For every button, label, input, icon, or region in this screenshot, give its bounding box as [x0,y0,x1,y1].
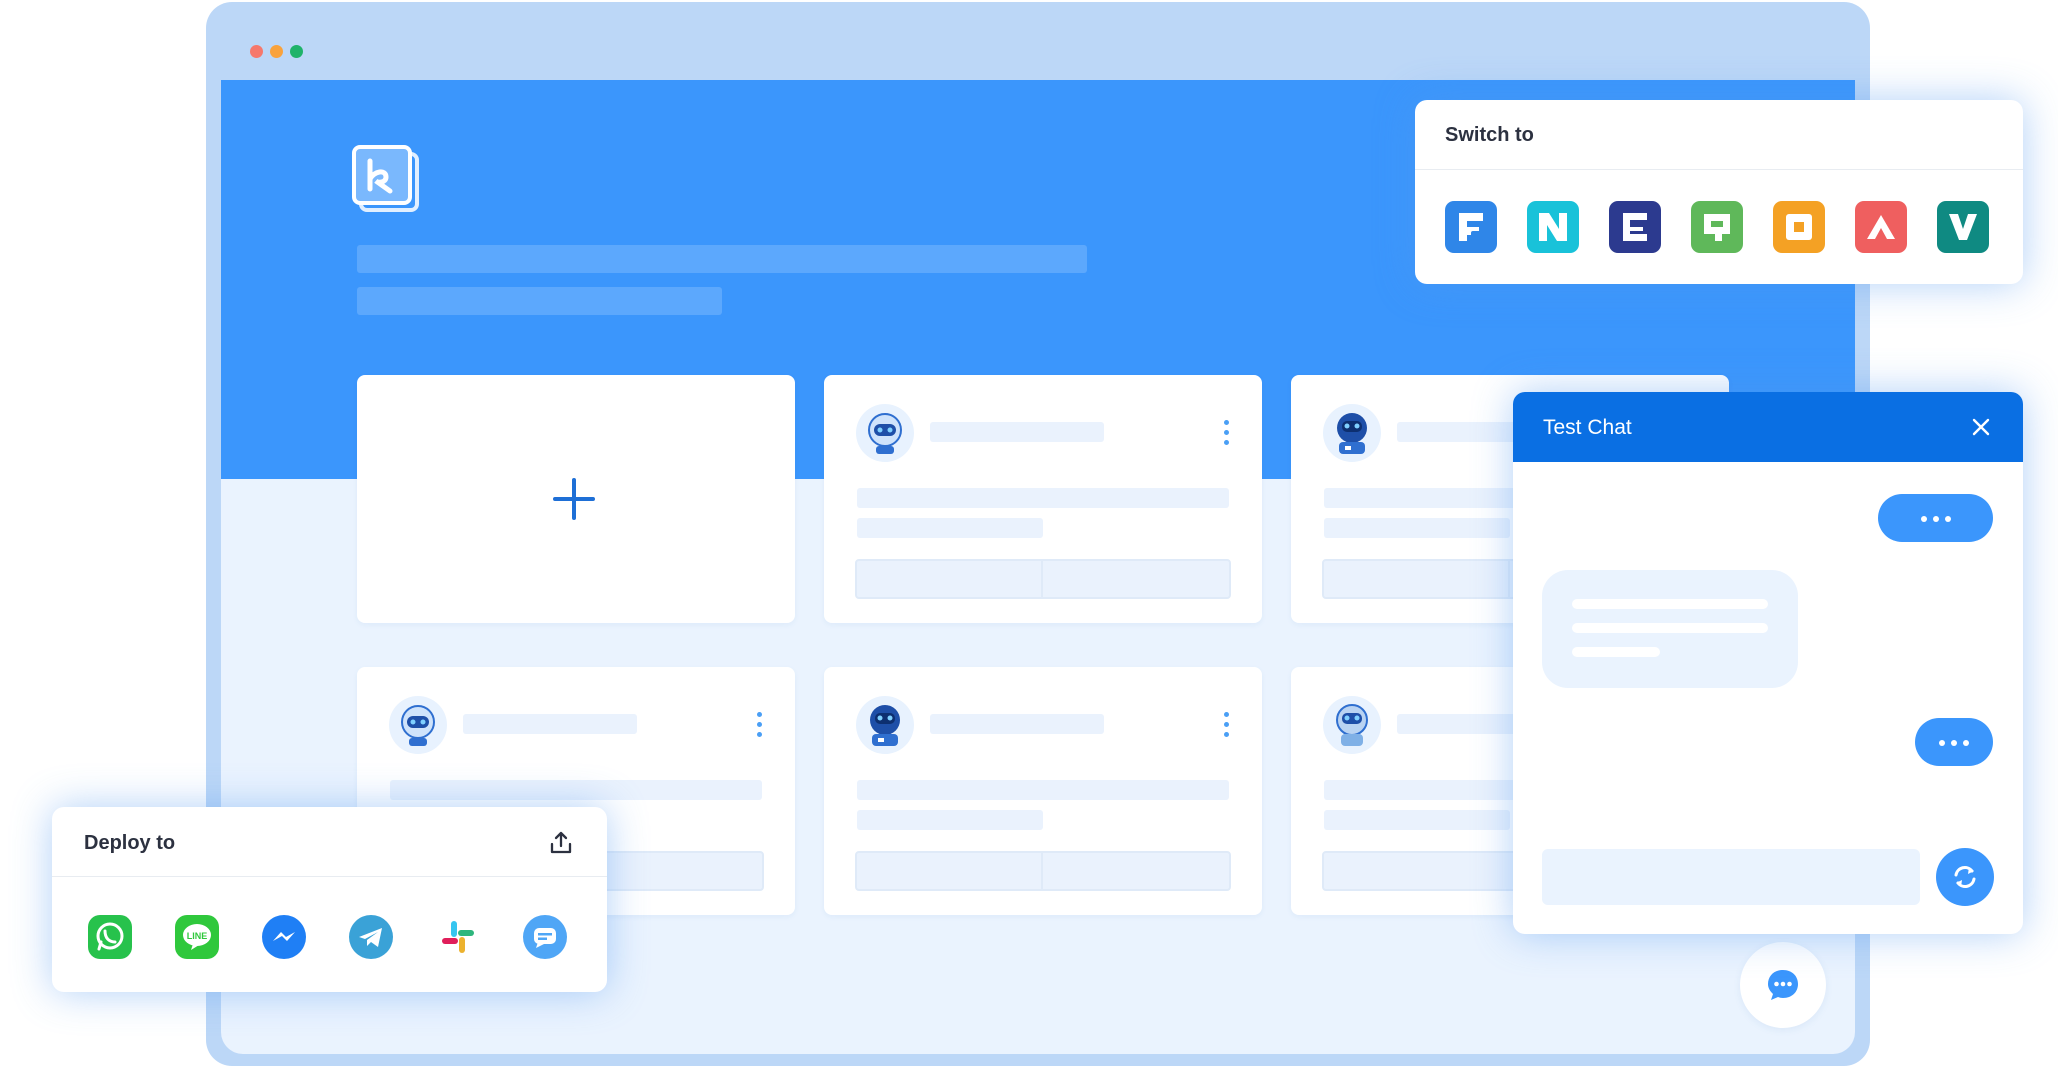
description-line-placeholder [390,780,762,800]
hero-subtitle-placeholder [357,287,722,315]
brand-q-icon[interactable] [1691,201,1743,253]
brand-v-icon[interactable] [1937,201,1989,253]
bot-card[interactable] [824,667,1262,915]
more-options-icon[interactable] [757,712,763,742]
chat-bubble-icon [1768,970,1798,1000]
telegram-icon[interactable] [349,915,393,959]
more-options-icon[interactable] [1224,712,1230,742]
divider [1415,169,2023,170]
description-line-placeholder [857,810,1043,830]
robot-avatar-light [389,696,447,754]
description-line-placeholder [1324,810,1510,830]
user-message-bubble [1878,494,1993,542]
robot-avatar-dark [1323,404,1381,462]
slack-icon[interactable] [436,915,480,959]
user-message-bubble [1915,718,1993,766]
switch-to-panel: Switch to [1415,100,2023,284]
brand-f-icon[interactable] [1445,201,1497,253]
chat-launcher-button[interactable] [1740,942,1826,1028]
brand-n-icon[interactable] [1527,201,1579,253]
refresh-icon [1954,866,1976,888]
plus-icon[interactable] [551,476,597,522]
card-actions [855,559,1231,599]
minimize-dot[interactable] [270,45,283,58]
send-button[interactable] [1936,848,1994,906]
switch-to-title: Switch to [1445,124,1534,146]
livechat-icon[interactable] [523,915,567,959]
description-line-placeholder [857,780,1229,800]
deploy-to-panel: Deploy to LINE [52,807,607,992]
bot-name-placeholder [930,422,1104,442]
whatsapp-icon[interactable] [88,915,132,959]
bot-name-placeholder [930,714,1104,734]
description-line-placeholder [1324,518,1510,538]
brand-o-icon[interactable] [1773,201,1825,253]
chat-bot-logo-icon [352,145,419,212]
card-actions [855,851,1231,891]
svg-text:LINE: LINE [187,931,208,941]
robot-avatar-light [856,404,914,462]
close-icon[interactable] [1971,417,1991,437]
brand-a-icon[interactable] [1855,201,1907,253]
line-icon[interactable]: LINE [175,915,219,959]
more-options-icon[interactable] [1224,420,1230,450]
test-chat-panel: Test Chat [1513,392,2023,934]
robot-avatar-dark [856,696,914,754]
brand-c-icon[interactable] [1609,201,1661,253]
bot-card[interactable] [824,375,1262,623]
bot-message-bubble [1542,570,1798,688]
upload-icon[interactable] [548,830,574,856]
messenger-icon[interactable] [262,915,306,959]
maximize-dot[interactable] [290,45,303,58]
description-line-placeholder [857,518,1043,538]
robot-avatar-grey [1323,696,1381,754]
create-bot-card[interactable] [357,375,795,623]
test-chat-title: Test Chat [1543,416,1632,439]
hero-title-placeholder [357,245,1087,273]
bot-name-placeholder [463,714,637,734]
close-dot[interactable] [250,45,263,58]
deploy-to-title: Deploy to [84,832,176,854]
test-chat-header: Test Chat [1513,392,2023,462]
chat-message-input[interactable] [1542,849,1920,905]
divider [52,876,607,877]
description-line-placeholder [857,488,1229,508]
